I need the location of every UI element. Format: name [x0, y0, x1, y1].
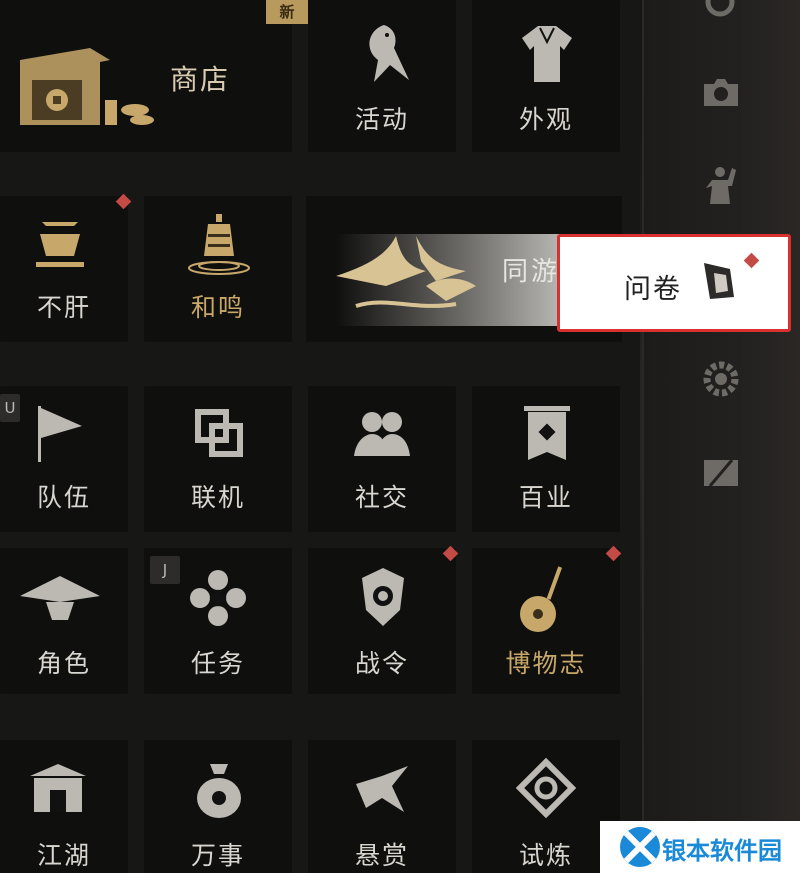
event-label: 活动 [354, 105, 409, 134]
game-menu-screen: 商店 新 活动 外观 不肝 和鸣 同游 队伍 U 联机 社交 百业 角色 任务 … [0, 0, 800, 873]
battlepass-tile[interactable]: 战令 [308, 548, 456, 694]
vortex-icon [516, 758, 576, 818]
relax-label: 不肝 [36, 293, 91, 322]
right-sidebar [642, 0, 800, 873]
robe-icon [522, 26, 572, 82]
gate-icon [30, 764, 86, 812]
action-icon[interactable] [700, 164, 742, 206]
online-label: 联机 [190, 483, 245, 512]
harmony-tile[interactable]: 和鸣 [144, 196, 292, 342]
quest-label: 任务 [190, 649, 245, 678]
money-bag-icon [197, 764, 241, 818]
mail-icon[interactable] [700, 452, 742, 494]
shop-tile[interactable]: 商店 [0, 0, 292, 152]
pipa-icon [520, 566, 563, 632]
tea-cup-icon [36, 222, 84, 267]
survey-red-dot [743, 252, 760, 269]
character-tile[interactable]: 角色 [0, 548, 128, 694]
shop-label: 商店 [169, 63, 230, 96]
survey-label: 问卷 [624, 274, 682, 305]
trades-tile[interactable]: 百业 [472, 386, 620, 532]
bell-icon [188, 214, 250, 275]
harmony-label: 和鸣 [190, 293, 245, 322]
search-icon[interactable] [700, 0, 742, 24]
camera-icon[interactable] [700, 72, 742, 114]
link-icon [195, 409, 243, 457]
trades-label: 百业 [518, 483, 573, 512]
row5-label-1: 江湖 [36, 841, 91, 870]
row5-label-3: 悬赏 [354, 841, 409, 870]
relax-tile[interactable]: 不肝 [0, 196, 128, 342]
quest-hotkey: J [150, 556, 180, 584]
museum-tile[interactable]: 博物志 [472, 548, 620, 694]
quest-flower-icon [190, 570, 246, 626]
watermark-text: 银本软件园 [662, 837, 782, 865]
event-tile[interactable]: 活动 [308, 0, 456, 152]
settings-icon[interactable] [700, 358, 742, 400]
appearance-tile[interactable]: 外观 [472, 0, 620, 152]
team-hotkey: U [0, 394, 20, 422]
character-label: 角色 [36, 649, 91, 678]
banner-icon [524, 406, 570, 460]
friends-icon [354, 412, 410, 456]
watermark: 银本软件园 [600, 821, 800, 873]
row5-tile-3[interactable]: 悬赏 [308, 740, 456, 873]
team-label: 队伍 [36, 483, 91, 512]
bird-icon [369, 25, 409, 82]
social-tile[interactable]: 社交 [308, 386, 456, 532]
museum-label: 博物志 [505, 649, 587, 678]
swallow-icon [356, 766, 408, 812]
new-badge: 新 [266, 0, 308, 24]
hat-icon [20, 576, 100, 620]
survey-scroll-icon [704, 263, 734, 299]
social-label: 社交 [354, 483, 409, 512]
battlepass-label: 战令 [354, 649, 409, 678]
online-tile[interactable]: 联机 [144, 386, 292, 532]
flag-icon [38, 406, 82, 462]
watermark-logo-icon [620, 827, 660, 867]
row5-label-2: 万事 [190, 841, 245, 870]
travel-label: 同游 [502, 257, 561, 287]
row5-label-4: 试炼 [518, 841, 573, 870]
row5-tile-2[interactable]: 万事 [144, 740, 292, 873]
appearance-label: 外观 [518, 105, 573, 134]
shield-medal-icon [362, 568, 404, 626]
survey-button-highlighted[interactable]: 问卷 [557, 234, 791, 332]
row5-tile-1[interactable]: 江湖 [0, 740, 128, 873]
crane-icon [336, 236, 476, 308]
row5-tile-4[interactable]: 试炼 [472, 740, 620, 873]
